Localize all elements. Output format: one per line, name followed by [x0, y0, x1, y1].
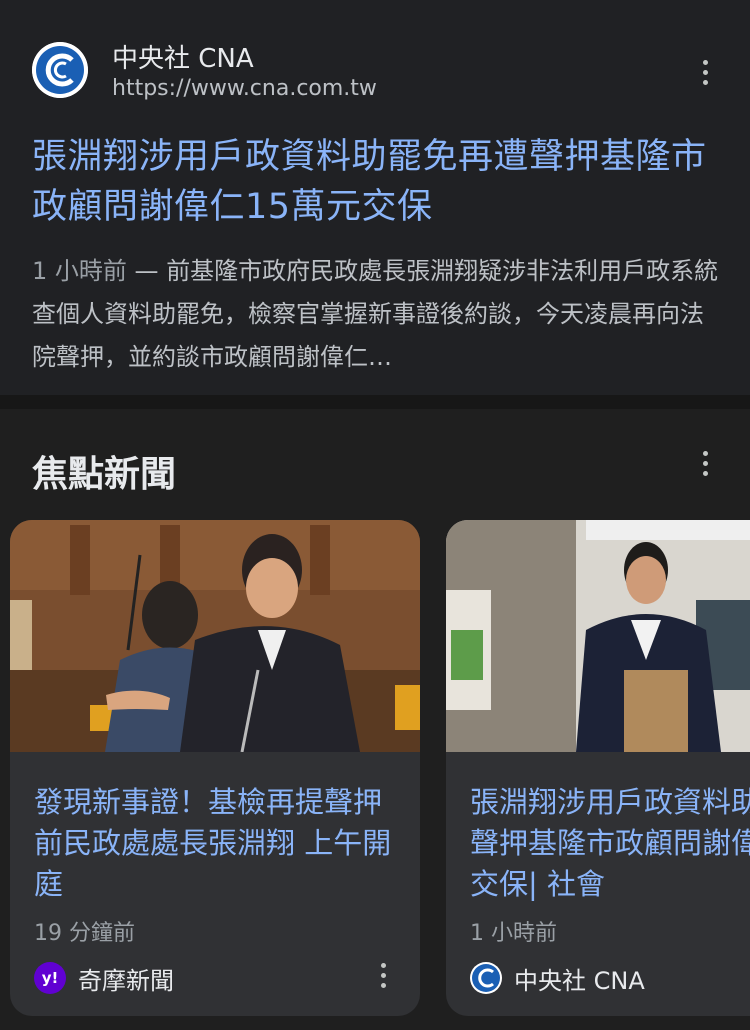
news-source-name: 奇摩新聞 [78, 966, 174, 995]
yahoo-logo-icon: y! [34, 962, 66, 994]
news-headline[interactable]: 發現新事證！基檢再提聲押前民政處處長張淵翔 上午開庭 [34, 782, 394, 905]
news-source[interactable]: y! 奇摩新聞 [34, 960, 174, 996]
search-result: 中央社 CNA https://www.cna.com.tw 張淵翔涉用戶政資料… [0, 0, 750, 395]
site-name[interactable]: 中央社 CNA [112, 38, 254, 75]
result-title-link[interactable]: 張淵翔涉用戶政資料助罷免再遭聲押基隆市政顧問謝偉仁15萬元交保 [32, 132, 722, 232]
cna-logo-icon[interactable] [32, 42, 88, 98]
news-time: 19 分鐘前 [34, 921, 135, 946]
news-thumbnail[interactable] [446, 520, 750, 752]
news-source-name: 中央社 CNA [514, 966, 645, 995]
top-stories-section: 焦點新聞 發現新事證！基檢再提聲押前民政處處長張淵翔 上午開庭 19 分鐘前 y… [0, 409, 750, 1030]
news-card[interactable]: 張淵翔涉用戶政資料助罷免再遭聲押基隆市政顧問謝偉仁15萬元交保| 社會 1 小時… [446, 520, 750, 1016]
news-headline[interactable]: 張淵翔涉用戶政資料助罷免再遭聲押基隆市政顧問謝偉仁15萬元交保| 社會 [470, 782, 750, 905]
more-vert-icon[interactable] [378, 963, 388, 997]
snippet-separator: — [134, 257, 159, 285]
more-vert-icon[interactable] [700, 60, 710, 94]
news-card[interactable]: 發現新事證！基檢再提聲押前民政處處長張淵翔 上午開庭 19 分鐘前 y! 奇摩新… [10, 520, 420, 1016]
section-title: 焦點新聞 [32, 454, 177, 495]
more-vert-icon[interactable] [700, 451, 710, 485]
news-time: 1 小時前 [470, 921, 557, 946]
snippet-time: 1 小時前 [32, 257, 127, 285]
news-thumbnail[interactable] [10, 520, 420, 753]
site-url[interactable]: https://www.cna.com.tw [112, 76, 377, 101]
news-source[interactable]: 中央社 CNA [470, 960, 645, 996]
cna-logo-icon [470, 962, 502, 994]
result-snippet: 1 小時前 — 前基隆市政府民政處長張淵翔疑涉非法利用戶政系統查個人資料助罷免，… [32, 250, 722, 379]
yahoo-logo-text: y! [41, 969, 59, 987]
section-divider [0, 395, 750, 409]
